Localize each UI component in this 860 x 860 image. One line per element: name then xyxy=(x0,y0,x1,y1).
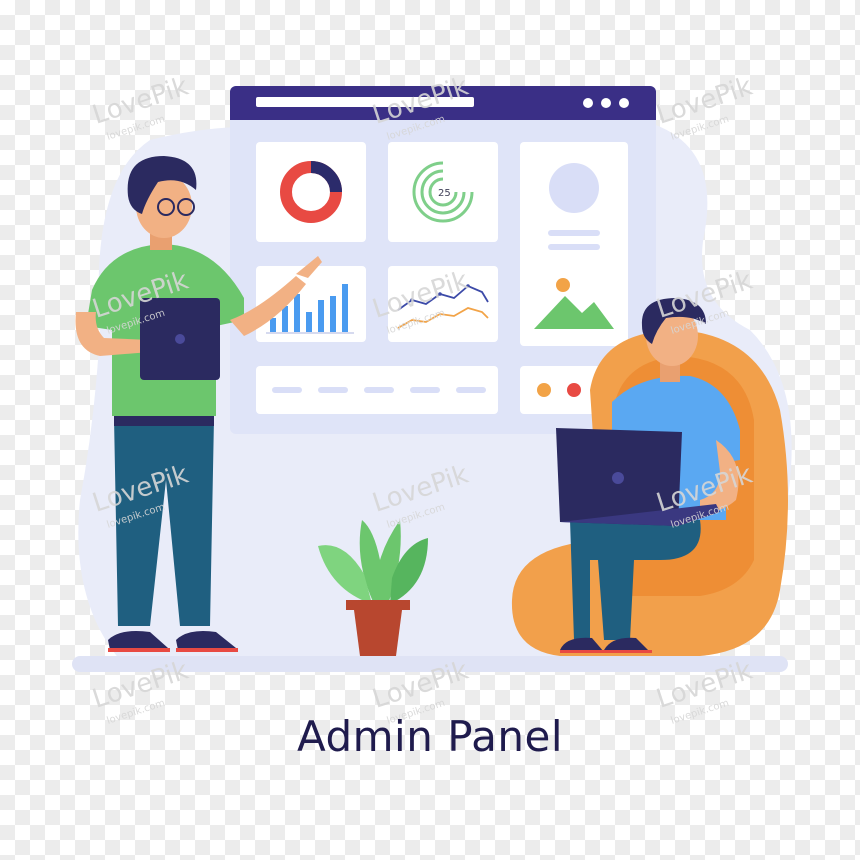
bar xyxy=(294,294,300,332)
bar xyxy=(306,312,312,332)
gauge-card: 25 xyxy=(388,142,498,242)
gauge-value: 25 xyxy=(438,188,451,199)
avatar-placeholder-icon xyxy=(549,163,599,213)
bar xyxy=(342,284,348,332)
bar xyxy=(318,300,324,332)
progress-strip-card xyxy=(256,366,498,414)
profile-card xyxy=(520,142,628,346)
bar xyxy=(330,296,336,332)
illustration-caption: Admin Panel xyxy=(296,712,563,761)
donut-chart-card xyxy=(256,142,366,242)
window-dots-icon xyxy=(583,98,629,108)
bar xyxy=(282,306,288,332)
bar xyxy=(270,318,276,332)
